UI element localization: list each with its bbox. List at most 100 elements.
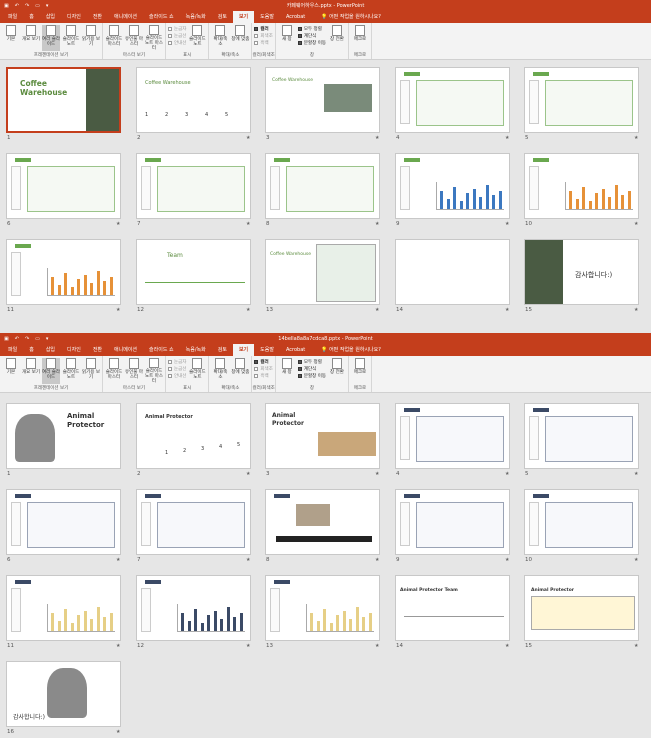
notes-button[interactable]: 슬라이드 노트 xyxy=(188,358,206,384)
menu-tab[interactable]: 도움말 xyxy=(254,11,280,23)
slide-thumbnail[interactable] xyxy=(524,403,639,469)
menu-tab[interactable]: Acrobat xyxy=(280,11,311,23)
present-icon[interactable]: ▭ xyxy=(35,336,40,342)
undo-icon[interactable]: ↶ xyxy=(15,3,19,9)
color-option[interactable]: 회색조 xyxy=(254,366,273,372)
view-button[interactable]: 여러 슬라이드 xyxy=(42,25,60,51)
slide-thumbnail[interactable] xyxy=(136,489,251,555)
slide-thumbnail[interactable]: Coffee Warehouse xyxy=(265,67,380,133)
slide-thumbnail[interactable] xyxy=(395,239,510,305)
slide-thumbnail[interactable]: Coffee Warehouse xyxy=(265,239,380,305)
color-option[interactable]: 흑백 xyxy=(254,40,272,46)
slide-thumbnail[interactable] xyxy=(395,67,510,133)
new-window-button[interactable]: 새 창 xyxy=(278,25,296,51)
view-button[interactable]: 슬라이드 노트 xyxy=(62,25,80,51)
redo-icon[interactable]: ↷ xyxy=(25,336,29,342)
menu-tab[interactable]: 파일 xyxy=(2,11,23,23)
view-button[interactable]: 개요 보기 xyxy=(22,25,40,51)
slide-thumbnail[interactable] xyxy=(395,153,510,219)
slide-thumbnail[interactable] xyxy=(265,153,380,219)
slide-thumbnail[interactable]: 감사합니다:) xyxy=(6,661,121,727)
slide-thumbnail[interactable] xyxy=(6,575,121,641)
view-button[interactable]: 기본 xyxy=(2,358,20,384)
color-option[interactable]: 컬러 xyxy=(254,359,272,365)
menu-tab[interactable]: 검토 xyxy=(212,11,233,23)
zoom-button[interactable]: 창에 맞춤 xyxy=(231,25,249,51)
slide-thumbnail[interactable] xyxy=(395,489,510,555)
show-checkbox[interactable]: 안내선 xyxy=(168,40,186,46)
menu-tab[interactable]: 전환 xyxy=(87,344,108,356)
window-option[interactable]: 분할창 이동 xyxy=(297,373,326,379)
window-option[interactable]: 계단식 xyxy=(297,366,326,372)
show-checkbox[interactable]: 눈금선 xyxy=(168,366,186,372)
tell-me-search[interactable]: 💡 어떤 작업을 원하시나요? xyxy=(315,11,387,23)
show-checkbox[interactable]: 안내선 xyxy=(168,373,186,379)
show-checkbox[interactable]: 눈금선 xyxy=(168,33,186,39)
customize-icon[interactable]: ▾ xyxy=(46,336,49,342)
notes-button[interactable]: 슬라이드 노트 xyxy=(188,25,206,51)
zoom-button[interactable]: 확대/축소 xyxy=(211,358,229,384)
slide-thumbnail[interactable]: Coffee Warehouse 1 2 3 4 5 xyxy=(136,67,251,133)
menu-tab[interactable]: 보기 xyxy=(232,11,255,23)
menu-tab[interactable]: 삽입 xyxy=(40,11,61,23)
redo-icon[interactable]: ↷ xyxy=(25,3,29,9)
menu-tab[interactable]: 도움말 xyxy=(254,344,280,356)
save-icon[interactable]: ▣ xyxy=(4,3,9,9)
master-button[interactable]: 슬라이드 노트 마스터 xyxy=(145,25,163,51)
tell-me-search[interactable]: 💡 어떤 작업을 원하시나요? xyxy=(315,344,387,356)
master-button[interactable]: 슬라이드 마스터 xyxy=(105,25,123,51)
menu-tab[interactable]: 검토 xyxy=(212,344,233,356)
master-button[interactable]: 유인물 마스터 xyxy=(125,358,143,384)
menu-tab[interactable]: 홈 xyxy=(23,11,40,23)
view-button[interactable]: 여러 슬라이드 xyxy=(42,358,60,384)
window-option[interactable]: 모두 정렬 xyxy=(297,26,326,32)
menu-tab[interactable]: 보기 xyxy=(232,344,255,356)
macro-button[interactable]: 매크로 xyxy=(351,358,369,384)
zoom-button[interactable]: 창에 맞춤 xyxy=(231,358,249,384)
menu-tab[interactable]: 녹음/녹화 xyxy=(180,344,212,356)
slide-thumbnail[interactable] xyxy=(6,239,121,305)
menu-tab[interactable]: 홈 xyxy=(23,344,40,356)
menu-tab[interactable]: 녹음/녹화 xyxy=(180,11,212,23)
slide-thumbnail[interactable]: Animal Protector xyxy=(6,403,121,469)
present-icon[interactable]: ▭ xyxy=(35,3,40,9)
slide-thumbnail[interactable] xyxy=(395,403,510,469)
menu-tab[interactable]: 애니메이션 xyxy=(108,11,143,23)
menu-tab[interactable]: 슬라이드 쇼 xyxy=(143,11,180,23)
color-option[interactable]: 흑백 xyxy=(254,373,272,379)
slide-thumbnail[interactable] xyxy=(265,575,380,641)
color-option[interactable]: 회색조 xyxy=(254,33,273,39)
menu-tab[interactable]: 디자인 xyxy=(61,11,87,23)
slide-thumbnail[interactable]: Animal Protector xyxy=(265,403,380,469)
color-option[interactable]: 컬러 xyxy=(254,26,272,32)
window-option[interactable]: 분할창 이동 xyxy=(297,40,326,46)
show-checkbox[interactable]: 눈금자 xyxy=(168,359,186,365)
master-button[interactable]: 슬라이드 마스터 xyxy=(105,358,123,384)
slide-thumbnail[interactable]: Coffee Warehouse xyxy=(6,67,121,133)
menu-tab[interactable]: 전환 xyxy=(87,11,108,23)
undo-icon[interactable]: ↶ xyxy=(15,336,19,342)
slide-thumbnail[interactable]: 감사합니다:) xyxy=(524,239,639,305)
slide-thumbnail[interactable] xyxy=(136,575,251,641)
view-button[interactable]: 읽기용 보기 xyxy=(82,358,100,384)
view-button[interactable]: 슬라이드 노트 xyxy=(62,358,80,384)
switch-window-button[interactable]: 창 전환 xyxy=(328,358,346,384)
window-option[interactable]: 모두 정렬 xyxy=(297,359,326,365)
menu-tab[interactable]: 파일 xyxy=(2,344,23,356)
slide-thumbnail[interactable] xyxy=(6,153,121,219)
menu-tab[interactable]: 디자인 xyxy=(61,344,87,356)
master-button[interactable]: 슬라이드 노트 마스터 xyxy=(145,358,163,384)
slide-thumbnail[interactable]: Team xyxy=(136,239,251,305)
macro-button[interactable]: 매크로 xyxy=(351,25,369,51)
slide-thumbnail[interactable]: Animal Protector Team xyxy=(395,575,510,641)
slide-thumbnail[interactable] xyxy=(6,489,121,555)
master-button[interactable]: 유인물 마스터 xyxy=(125,25,143,51)
window-option[interactable]: 계단식 xyxy=(297,33,326,39)
slide-thumbnail[interactable]: Animal Protector 1 2 3 4 5 xyxy=(136,403,251,469)
menu-tab[interactable]: Acrobat xyxy=(280,344,311,356)
slide-thumbnail[interactable] xyxy=(524,153,639,219)
view-button[interactable]: 기본 xyxy=(2,25,20,51)
customize-icon[interactable]: ▾ xyxy=(46,3,49,9)
show-checkbox[interactable]: 눈금자 xyxy=(168,26,186,32)
menu-tab[interactable]: 애니메이션 xyxy=(108,344,143,356)
